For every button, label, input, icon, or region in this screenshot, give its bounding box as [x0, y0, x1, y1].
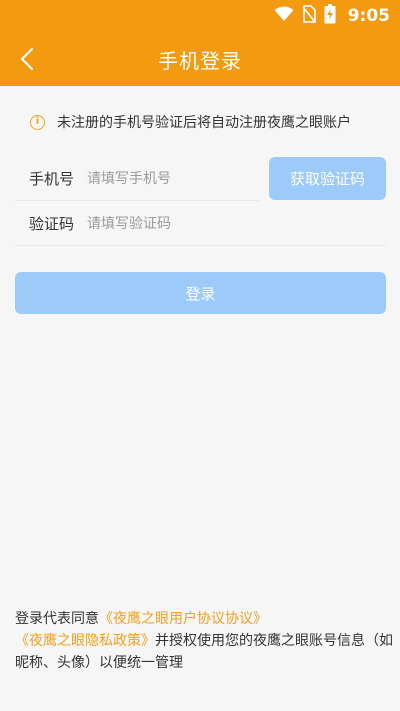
login-button[interactable]: 登录: [15, 272, 386, 314]
agreement-text: 登录代表同意《夜鹰之眼用户协议协议》《夜鹰之眼隐私政策》并授权使用您的夜鹰之眼账…: [15, 608, 395, 674]
agreement-prefix: 登录代表同意: [15, 611, 99, 627]
back-button[interactable]: [12, 42, 42, 76]
notice-text: 未注册的手机号验证后将自动注册夜鹰之眼账户: [57, 115, 351, 131]
registration-notice: i 未注册的手机号验证后将自动注册夜鹰之眼账户: [30, 110, 351, 134]
battery-charging-icon: [324, 4, 336, 28]
wifi-icon: [274, 6, 294, 26]
status-bar: 9:05: [0, 0, 400, 32]
get-code-button[interactable]: 获取验证码: [269, 157, 386, 200]
user-agreement-link[interactable]: 《夜鹰之眼用户协议协议》: [99, 611, 267, 627]
chevron-left-icon: [20, 47, 34, 71]
app-bar: 手机登录: [0, 32, 400, 86]
code-input[interactable]: [87, 215, 247, 232]
privacy-policy-link[interactable]: 《夜鹰之眼隐私政策》: [15, 633, 155, 649]
phone-input[interactable]: [87, 170, 247, 187]
page-title: 手机登录: [158, 48, 242, 73]
info-icon: i: [30, 114, 45, 130]
code-row: 验证码: [15, 202, 386, 246]
no-sim-icon: [302, 5, 316, 27]
clock: 9:05: [347, 6, 390, 26]
phone-row: 手机号: [15, 157, 259, 201]
code-label: 验证码: [29, 215, 75, 233]
phone-label: 手机号: [29, 170, 75, 188]
